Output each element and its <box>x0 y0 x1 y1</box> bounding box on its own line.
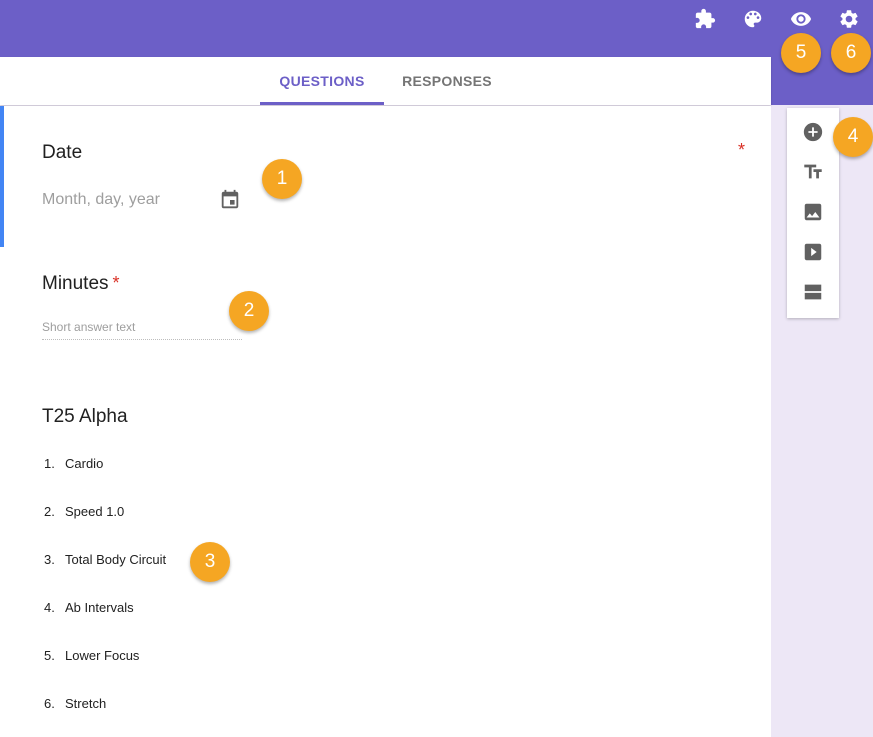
eye-icon[interactable] <box>789 7 813 31</box>
selected-question-indicator <box>0 106 4 247</box>
callout-badge-4: 4 <box>833 117 873 157</box>
gear-icon[interactable] <box>837 7 861 31</box>
list-text: Cardio <box>65 456 104 471</box>
list-number: 1. <box>44 456 55 471</box>
list-number: 5. <box>44 648 55 663</box>
add-title-icon[interactable] <box>801 160 825 184</box>
list-text: Lower Focus <box>65 648 140 663</box>
list-number: 3. <box>44 552 55 567</box>
minutes-question-title[interactable]: Minutes * <box>42 273 120 295</box>
list-text: Total Body Circuit <box>65 552 167 567</box>
question-toolbox <box>787 108 839 318</box>
list-number: 2. <box>44 504 55 519</box>
section-title[interactable]: T25 Alpha <box>42 406 128 428</box>
callout-badge-2: 2 <box>229 291 269 331</box>
list-item: 4. Ab Intervals <box>44 600 134 615</box>
date-question-title[interactable]: Date <box>42 142 82 164</box>
date-input[interactable]: Month, day, year <box>42 191 160 209</box>
required-marker: * <box>738 140 746 160</box>
callout-badge-3: 3 <box>190 542 230 582</box>
active-tab-indicator <box>260 102 384 105</box>
list-text: Ab Intervals <box>65 600 134 615</box>
callout-badge-1: 1 <box>262 159 302 199</box>
list-item: 1. Cardio <box>44 456 103 471</box>
required-marker: * <box>112 273 120 293</box>
puzzle-icon[interactable] <box>693 7 717 31</box>
add-section-icon[interactable] <box>801 280 825 304</box>
add-image-icon[interactable] <box>801 200 825 224</box>
list-item: 3. Total Body Circuit <box>44 552 166 567</box>
list-item: 2. Speed 1.0 <box>44 504 124 519</box>
list-text: Stretch <box>65 696 107 711</box>
tab-questions[interactable]: QUESTIONS <box>260 57 384 105</box>
list-text: Speed 1.0 <box>65 504 125 519</box>
calendar-icon[interactable] <box>219 189 241 211</box>
list-number: 6. <box>44 696 55 711</box>
list-item: 5. Lower Focus <box>44 648 139 663</box>
palette-icon[interactable] <box>741 7 765 31</box>
list-number: 4. <box>44 600 55 615</box>
add-video-icon[interactable] <box>801 240 825 264</box>
minutes-title-text: Minutes <box>42 273 109 294</box>
add-question-icon[interactable] <box>801 120 825 144</box>
tab-responses[interactable]: RESPONSES <box>386 57 508 105</box>
callout-badge-6: 6 <box>831 33 871 73</box>
short-answer-input[interactable]: Short answer text <box>42 320 242 340</box>
tabs-bar: QUESTIONS RESPONSES <box>0 57 771 105</box>
callout-badge-5: 5 <box>781 33 821 73</box>
list-item: 6. Stretch <box>44 696 106 711</box>
